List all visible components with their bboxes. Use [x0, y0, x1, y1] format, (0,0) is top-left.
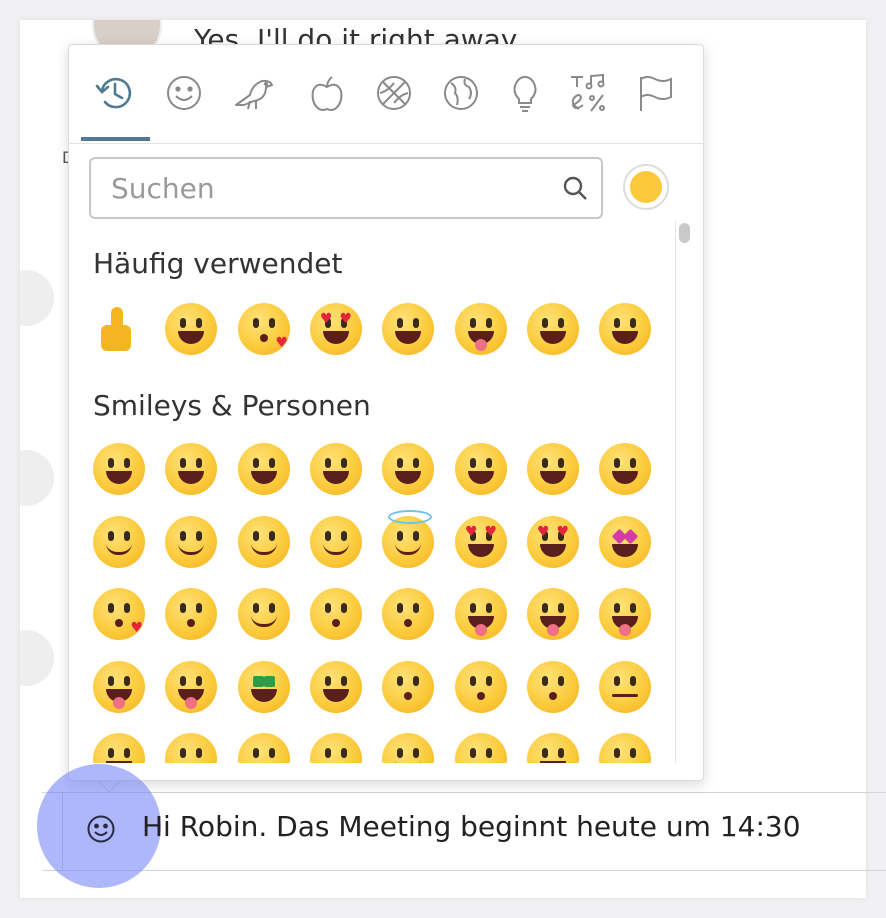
emoji-button[interactable] — [599, 588, 651, 640]
tab-objects[interactable] — [501, 69, 549, 117]
emoji-button[interactable]: ♥ ♥ — [310, 303, 362, 355]
emoji-button[interactable] — [527, 303, 579, 355]
flag-icon — [640, 76, 672, 111]
emoji-button[interactable] — [527, 443, 579, 495]
tab-animals[interactable] — [230, 69, 278, 117]
emoji-scroll-area[interactable]: Häufig verwendet ♥ ♥ ♥ Smileys & Personen … — [69, 221, 673, 763]
search-icon — [563, 176, 587, 200]
symbols-icon — [571, 73, 605, 112]
emoji-button[interactable] — [382, 443, 434, 495]
category-bar — [69, 45, 703, 144]
section-title-smileys: Smileys & Personen — [93, 389, 371, 422]
emoji-button[interactable] — [455, 733, 507, 763]
emoji-button[interactable] — [599, 443, 651, 495]
clock-history-icon — [95, 77, 132, 109]
emoji-button[interactable] — [93, 733, 145, 763]
emoji-button[interactable] — [93, 515, 145, 568]
scrollbar-thumb[interactable] — [679, 223, 690, 243]
emoji-button[interactable] — [165, 515, 217, 568]
search-field[interactable] — [89, 157, 603, 219]
tab-travel[interactable] — [437, 69, 485, 117]
emoji-button[interactable] — [165, 733, 217, 763]
apple-icon — [311, 76, 343, 111]
emoji-button[interactable] — [599, 303, 651, 355]
scrollbar[interactable] — [675, 221, 692, 763]
emoji-button[interactable] — [165, 588, 217, 640]
emoji-button[interactable] — [310, 443, 362, 495]
smiley-icon — [87, 815, 115, 843]
emoji-button[interactable] — [455, 588, 507, 640]
basketball-icon — [377, 76, 411, 110]
emoji-button[interactable] — [165, 443, 217, 495]
emoji-button[interactable] — [310, 733, 362, 763]
emoji-button[interactable] — [238, 515, 290, 568]
tab-symbols[interactable] — [563, 69, 611, 117]
emoji-button[interactable] — [93, 660, 145, 713]
skin-tone-button[interactable] — [623, 164, 669, 210]
emoji-button[interactable] — [165, 660, 217, 713]
emoji-button[interactable] — [382, 303, 434, 355]
avatar — [20, 270, 54, 326]
message-input[interactable]: Hi Robin. Das Meeting beginnt heute um 1… — [142, 810, 801, 843]
emoji-button[interactable] — [527, 588, 579, 640]
emoji-button[interactable] — [93, 443, 145, 495]
emoji-button[interactable] — [93, 303, 145, 355]
emoji-button[interactable] — [382, 660, 434, 713]
tab-recent[interactable] — [91, 69, 139, 117]
emoji-button[interactable] — [238, 588, 290, 640]
emoji-button[interactable] — [310, 660, 362, 713]
skin-tone-swatch — [630, 171, 662, 203]
emoji-button[interactable] — [599, 660, 651, 713]
composer-border-top — [42, 792, 886, 793]
active-tab-indicator — [81, 137, 150, 141]
emoji-button[interactable] — [455, 303, 507, 355]
avatar — [20, 630, 54, 686]
emoji-button[interactable] — [599, 733, 651, 763]
emoji-button[interactable] — [310, 515, 362, 568]
emoji-button[interactable] — [527, 660, 579, 713]
emoji-button[interactable] — [382, 509, 434, 568]
emoji-button[interactable] — [382, 588, 434, 640]
smiley-icon — [167, 76, 201, 110]
section-title-frequent: Häufig verwendet — [93, 247, 343, 280]
composer-border-bottom — [42, 870, 886, 871]
emoji-button[interactable] — [382, 733, 434, 763]
tab-flags[interactable] — [631, 69, 679, 117]
emoji-button[interactable] — [238, 733, 290, 763]
avatar — [20, 450, 54, 506]
emoji-button[interactable] — [310, 588, 362, 640]
bird-icon — [235, 79, 273, 110]
tab-smileys[interactable] — [160, 69, 208, 117]
emoji-button[interactable] — [238, 660, 290, 713]
lightbulb-icon — [513, 75, 537, 112]
tab-activities[interactable] — [370, 69, 418, 117]
emoji-button[interactable]: ♥ — [93, 588, 145, 640]
emoji-button[interactable]: ♥ ♥ — [527, 515, 579, 568]
tab-food[interactable] — [303, 69, 351, 117]
globe-icon — [444, 76, 478, 110]
emoji-button[interactable] — [527, 733, 579, 763]
emoji-picker: Häufig verwendet ♥♥♥ Smileys & Personen … — [68, 44, 704, 781]
emoji-button[interactable] — [455, 660, 507, 713]
emoji-button[interactable]: ♥ — [238, 303, 290, 355]
emoji-button[interactable] — [165, 303, 217, 355]
emoji-button[interactable] — [238, 443, 290, 495]
emoji-button[interactable] — [599, 515, 651, 568]
emoji-button[interactable]: ♥ ♥ — [455, 515, 507, 568]
search-input[interactable] — [91, 159, 551, 217]
emoji-button[interactable] — [455, 443, 507, 495]
